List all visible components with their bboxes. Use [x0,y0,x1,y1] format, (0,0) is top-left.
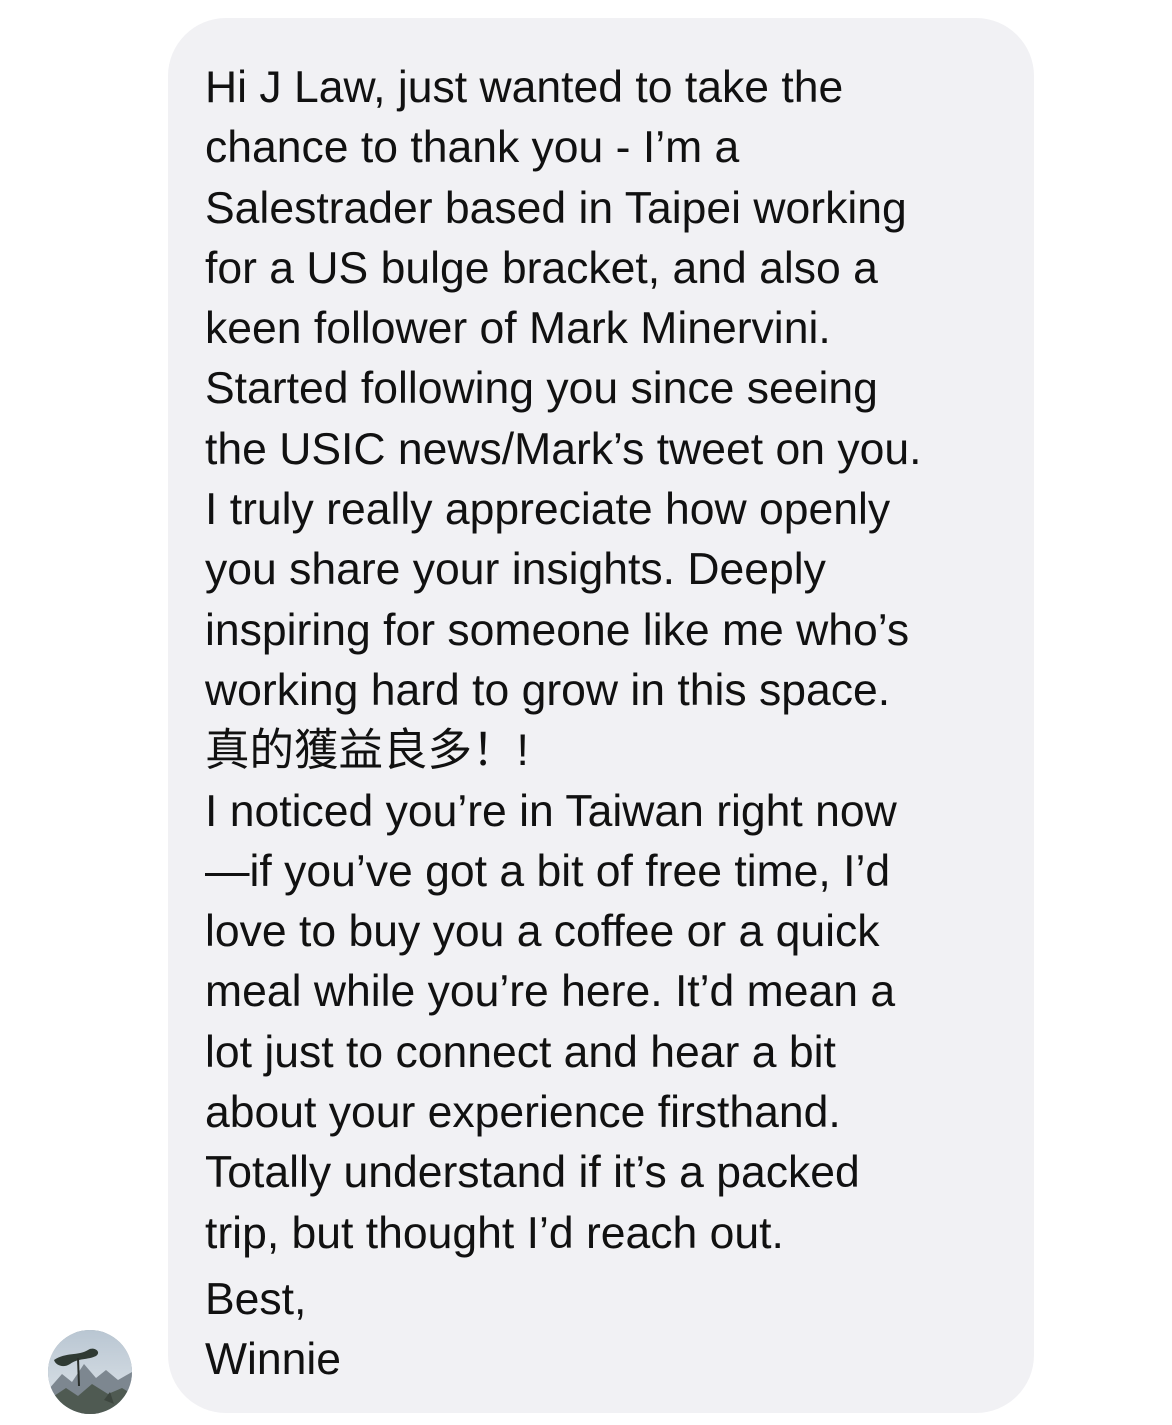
message-line: —if you’ve got a bit of free time, I’d [205,846,891,896]
message-line: Started following you since seeing [205,364,878,414]
message-line: I truly really appreciate how openly [205,485,891,535]
message-line: I noticed you’re in Taiwan right now [205,786,897,836]
message-line: for a US bulge bracket, and also a [205,243,878,293]
landscape-photo-avatar-icon [48,1330,132,1414]
message-line: Totally understand if it’s a packed [205,1148,860,1198]
message-line: inspiring for someone like me who’s [205,605,910,655]
message-line: about your experience firsthand. [205,1088,841,1138]
message-line: working hard to grow in this space. [205,665,891,715]
message-line: lot just to connect and hear a bit [205,1027,836,1077]
message-line: Salestrader based in Taipei working [205,183,907,233]
message-closing: Best, [205,1274,307,1324]
message-line: keen follower of Mark Minervini. [205,304,831,354]
message-line: the USIC news/Mark’s tweet on you. [205,424,922,474]
sender-avatar[interactable] [48,1330,132,1414]
received-message-row: Hi J Law, just wanted to take the chance… [0,0,1172,1425]
message-line: meal while you’re here. It’d mean a [205,967,896,1017]
message-line: Hi J Law, just wanted to take the [205,63,844,112]
message-signature: Winnie [205,1335,342,1385]
message-line: trip, but thought I’d reach out. [205,1208,784,1258]
message-bubble[interactable]: Hi J Law, just wanted to take the chance… [168,18,1034,1413]
message-line: you share your insights. Deeply [205,545,826,595]
message-line: chance to thank you - I’m a [205,123,740,173]
message-line: love to buy you a coffee or a quick [205,907,880,957]
message-line: 真的獲益良多！! [205,726,529,776]
